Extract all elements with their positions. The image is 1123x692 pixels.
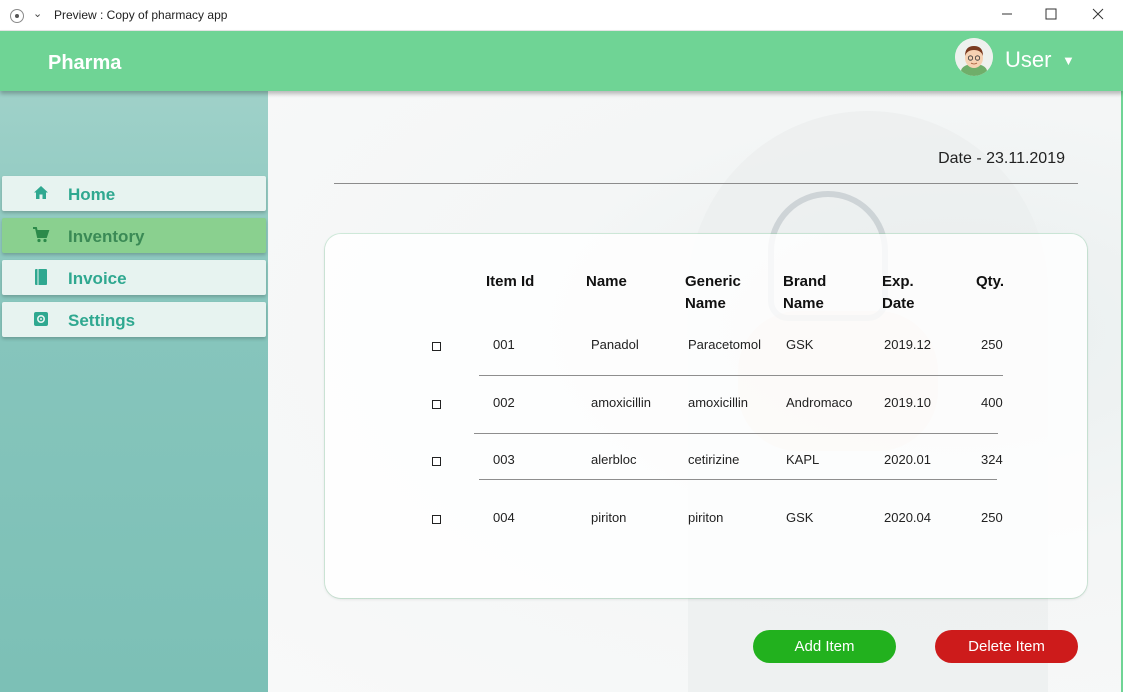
avatar-icon — [955, 38, 993, 76]
column-header-exp-date: Exp. Date — [882, 273, 915, 312]
window-title: Preview : Copy of pharmacy app — [54, 8, 228, 22]
chevron-down-icon[interactable]: ⌄ — [33, 7, 42, 20]
cell-name: amoxicillin — [591, 395, 651, 410]
cell-exp-date: 2020.04 — [884, 510, 931, 525]
sidebar-item-label: Settings — [68, 311, 136, 330]
cell-name: Panadol — [591, 337, 639, 352]
table-row[interactable]: 001 Panadol Paracetomol GSK 2019.12 250 — [325, 330, 1087, 370]
close-button[interactable] — [1087, 4, 1109, 26]
settings-icon — [32, 310, 50, 328]
app-record-icon — [10, 9, 24, 23]
maximize-icon — [1045, 8, 1057, 20]
cell-brand-name: GSK — [786, 510, 814, 525]
row-divider — [474, 433, 998, 434]
row-checkbox[interactable] — [432, 457, 441, 466]
brand-logo-text: Pharma — [48, 52, 122, 74]
cell-generic-name: amoxicillin — [688, 395, 748, 410]
cell-name: alerbloc — [591, 452, 637, 467]
maximize-button[interactable] — [1040, 4, 1062, 26]
cell-item-id: 001 — [493, 337, 515, 352]
delete-item-button[interactable]: Delete Item — [935, 630, 1078, 663]
cell-qty: 250 — [981, 510, 1003, 525]
column-header-generic-name: Generic Name — [685, 273, 741, 312]
cell-generic-name: Paracetomol — [688, 337, 761, 352]
cart-icon — [32, 226, 50, 244]
cell-exp-date: 2019.10 — [884, 395, 931, 410]
sidebar-item-label: Inventory — [68, 227, 145, 246]
date-label: Date - 23.11.2019 — [938, 150, 1065, 167]
cell-qty: 324 — [981, 452, 1003, 467]
add-item-button[interactable]: Add Item — [753, 630, 896, 663]
home-icon — [32, 184, 50, 202]
cell-brand-name: KAPL — [786, 452, 820, 467]
cell-qty: 250 — [981, 337, 1003, 352]
row-checkbox[interactable] — [432, 342, 441, 351]
user-menu-label[interactable]: User — [1005, 47, 1051, 73]
cell-item-id: 002 — [493, 395, 515, 410]
inventory-table-card: Item Id Name Generic Name Brand Name Exp. D… — [325, 234, 1087, 598]
cell-generic-name: cetirizine — [688, 452, 740, 467]
close-icon — [1092, 8, 1104, 20]
user-menu-caret-icon[interactable]: ▼ — [1062, 53, 1075, 68]
cell-name: piriton — [591, 510, 627, 525]
sidebar-item-label: Invoice — [68, 269, 127, 288]
cell-exp-date: 2019.12 — [884, 337, 931, 352]
column-header-item-id: Item Id — [486, 273, 535, 290]
cell-item-id: 004 — [493, 510, 515, 525]
sidebar-item-home[interactable]: Home — [2, 176, 266, 211]
app-header: Pharma User ▼ — [0, 31, 1123, 91]
column-header-name: Name — [586, 273, 627, 290]
cell-brand-name: GSK — [786, 337, 814, 352]
cell-generic-name: piriton — [688, 510, 724, 525]
divider — [334, 183, 1078, 184]
sidebar-item-inventory[interactable]: Inventory — [2, 218, 266, 253]
table-row[interactable]: 004 piriton piriton GSK 2020.04 250 — [325, 503, 1087, 543]
row-checkbox[interactable] — [432, 400, 441, 409]
row-divider — [479, 375, 1003, 376]
minimize-button[interactable] — [996, 4, 1018, 26]
window-titlebar: ⌄ Preview : Copy of pharmacy app — [0, 0, 1123, 31]
sidebar-item-label: Home — [68, 185, 116, 204]
cell-brand-name: Andromaco — [786, 395, 853, 410]
table-row[interactable]: 002 amoxicillin amoxicillin Andromaco 20… — [325, 388, 1087, 428]
column-header-qty: Qty. — [976, 273, 1005, 290]
sidebar: Home Inventory Invoice Settings — [0, 91, 268, 692]
sidebar-item-invoice[interactable]: Invoice — [2, 260, 266, 295]
column-header-brand-name: Brand Name — [783, 273, 827, 312]
user-avatar[interactable] — [955, 38, 993, 76]
main-content: Date - 23.11.2019 Item Id Name Generic Na… — [268, 91, 1123, 692]
minimize-icon — [1002, 13, 1012, 15]
cell-exp-date: 2020.01 — [884, 452, 931, 467]
cell-item-id: 003 — [493, 452, 515, 467]
row-divider — [479, 479, 997, 480]
book-icon — [32, 268, 50, 286]
row-checkbox[interactable] — [432, 515, 441, 524]
sidebar-item-settings[interactable]: Settings — [2, 302, 266, 337]
cell-qty: 400 — [981, 395, 1003, 410]
